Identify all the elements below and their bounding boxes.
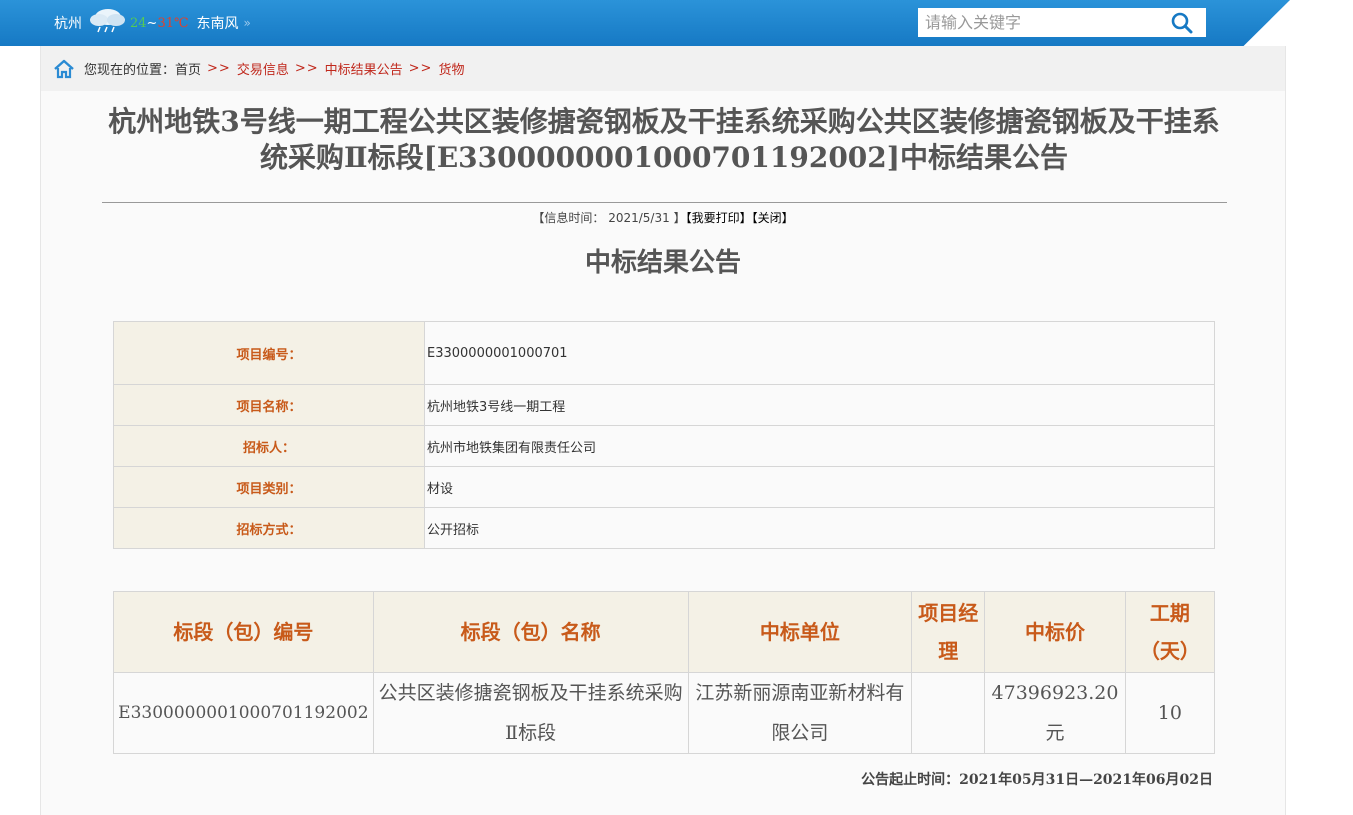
info-value: 杭州地铁3号线一期工程 xyxy=(424,384,1215,426)
table-cell: E3300000001000701192002 xyxy=(113,672,374,754)
breadcrumb-separator: >> xyxy=(294,61,319,76)
info-label: 项目编号： xyxy=(113,321,425,385)
breadcrumb-prefix: 您现在的位置： xyxy=(84,63,176,78)
table-row: 项目名称： 杭州地铁3号线一期工程 xyxy=(113,384,1215,426)
table-row: 项目类别： 材设 xyxy=(113,466,1215,508)
search-box xyxy=(918,8,1206,37)
info-label: 招标方式： xyxy=(113,507,425,549)
info-label: 项目类别： xyxy=(113,466,425,508)
section-title: 中标结果公告 xyxy=(584,248,741,278)
meta-prefix: 【信息时间： xyxy=(532,211,605,225)
breadcrumb-separator: >> xyxy=(207,61,231,76)
double-arrow-icon[interactable]: » xyxy=(244,16,251,30)
weather-widget: 杭州 24~31℃ 东南风 » xyxy=(54,9,251,33)
home-icon[interactable] xyxy=(53,58,75,80)
table-cell xyxy=(911,672,986,754)
info-label: 招标人： xyxy=(113,425,425,467)
search-icon xyxy=(1171,12,1193,33)
print-link[interactable]: 【我要打印】 xyxy=(686,211,752,225)
meta-date: 2021/5/31 xyxy=(608,211,670,225)
info-value: 杭州市地铁集团有限责任公司 xyxy=(424,425,1215,467)
table-header-row: 标段（包）编号 标段（包）名称 中标单位 项目经理 中标价 工期（天） xyxy=(113,591,1216,673)
breadcrumb: 您现在的位置： 首页 >> 交易信息 >> 中标结果公告 >> 货物 xyxy=(41,46,1285,91)
weather-wind: 东南风 xyxy=(196,16,239,32)
table-cell: 10 xyxy=(1124,672,1216,754)
table-cell: 公共区装修搪瓷钢板及干挂系统采购Ⅱ标段 xyxy=(372,672,689,754)
search-button[interactable] xyxy=(1158,8,1206,37)
info-value: 公开招标 xyxy=(424,507,1215,549)
table-row: 招标方式： 公开招标 xyxy=(113,507,1215,549)
deadline-value: 2021年05月31日—2021年06月02日 xyxy=(959,772,1213,788)
table-row: 招标人： 杭州市地铁集团有限责任公司 xyxy=(113,425,1215,467)
info-value: 材设 xyxy=(424,466,1215,508)
table-cell: 江苏新丽源南亚新材料有限公司 xyxy=(687,672,913,754)
breadcrumb-goods[interactable]: 货物 xyxy=(438,59,464,78)
page-title: 杭州地铁3号线一期工程公共区装修搪瓷钢板及干挂系统采购公共区装修搪瓷钢板及干挂系… xyxy=(108,105,1220,174)
table-cell: 47396923.20元 xyxy=(984,672,1126,754)
column-header: 标段（包）编号 xyxy=(113,591,374,673)
project-info-table: 项目编号： E3300000001000701 项目名称： 杭州地铁3号线一期工… xyxy=(113,321,1215,549)
column-header: 中标单位 xyxy=(687,591,913,673)
breadcrumb-separator: >> xyxy=(408,61,433,76)
temp-high: 31℃ xyxy=(157,15,189,31)
table-row: E3300000001000701192002 公共区装修搪瓷钢板及干挂系统采购… xyxy=(113,672,1216,754)
temp-separator: ~ xyxy=(146,15,158,31)
award-result-table: 标段（包）编号 标段（包）名称 中标单位 项目经理 中标价 工期（天） E330… xyxy=(113,591,1216,754)
content-panel: 您现在的位置： 首页 >> 交易信息 >> 中标结果公告 >> 货物 杭州地铁3… xyxy=(40,46,1286,815)
weather-city: 杭州 xyxy=(54,16,82,32)
column-header: 中标价 xyxy=(984,591,1126,673)
meta-suffix: 】 xyxy=(673,211,686,225)
info-label: 项目名称： xyxy=(113,384,425,426)
breadcrumb-trade-info[interactable]: 交易信息 xyxy=(237,59,289,78)
column-header: 工期（天） xyxy=(1124,591,1216,673)
close-link[interactable]: 【关闭】 xyxy=(752,211,794,225)
breadcrumb-home[interactable]: 首页 xyxy=(175,59,201,78)
weather-temperature: 24~31℃ xyxy=(130,16,189,31)
column-header: 项目经理 xyxy=(911,591,986,673)
column-header: 标段（包）名称 xyxy=(372,591,689,673)
announcement-period: 公告起止时间：2021年05月31日—2021年06月02日 xyxy=(861,769,1213,789)
table-row: 项目编号： E3300000001000701 xyxy=(113,321,1215,385)
search-input[interactable] xyxy=(918,8,1158,37)
title-divider xyxy=(102,202,1227,203)
info-value: E3300000001000701 xyxy=(424,321,1215,385)
breadcrumb-award-notice[interactable]: 中标结果公告 xyxy=(325,59,403,78)
article-meta: 【信息时间： 2021/5/31 】【我要打印】【关闭】 xyxy=(41,209,1285,226)
cloud-rain-icon xyxy=(86,5,128,33)
temp-low: 24 xyxy=(130,15,147,31)
deadline-label: 公告起止时间： xyxy=(861,772,960,788)
